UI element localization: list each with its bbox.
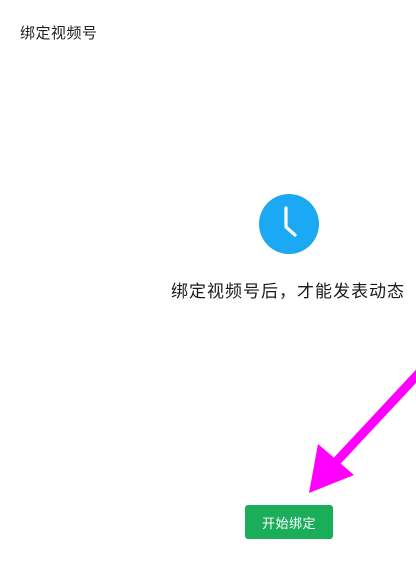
clock-icon [259,194,319,254]
bind-channels-page: 绑定视频号 绑定视频号后，才能发表动态 开始绑定 [0,0,416,561]
bind-message: 绑定视频号后，才能发表动态 [171,282,405,302]
start-bind-button[interactable]: 开始绑定 [245,505,333,539]
page-title: 绑定视频号 [20,24,98,42]
